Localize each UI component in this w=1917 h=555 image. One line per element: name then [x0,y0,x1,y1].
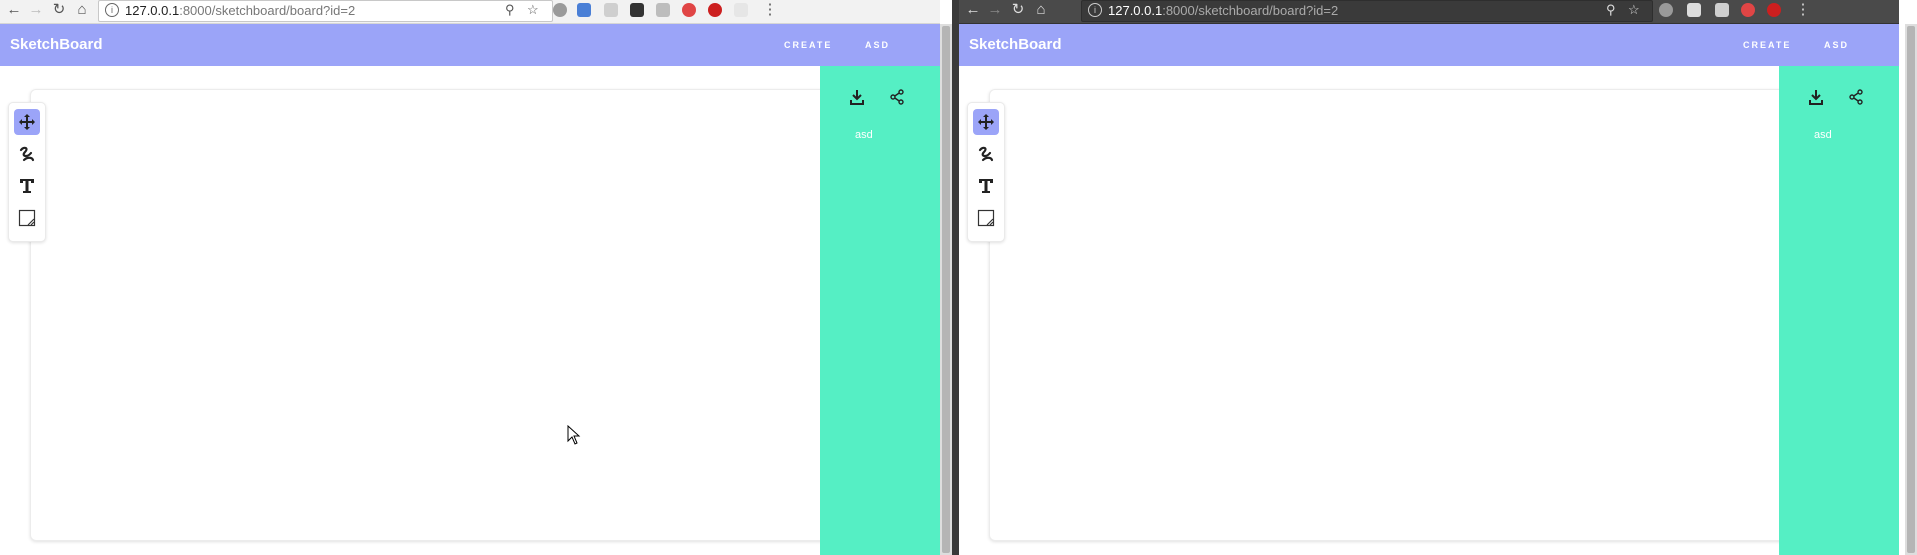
extension-block-icon[interactable] [682,3,696,17]
board-owner-label: asd [1814,129,1832,141]
text-icon [20,179,34,193]
nav-create[interactable]: CREATE [1743,40,1791,50]
draw-tool-button[interactable] [973,141,999,167]
nav-user[interactable]: ASD [1824,40,1849,50]
right-browser-window: ← → ↻ ⌂ i 127.0.0.1:8000/sketchboard/boa… [959,0,1917,555]
extension-blank-icon[interactable] [734,3,748,17]
right-scrollbar-thumb[interactable] [1907,26,1915,553]
board-owner-label: asd [855,129,873,141]
extension-pdf-icon[interactable] [604,3,618,17]
share-icon [890,89,904,105]
browser-menu-icon[interactable]: ⋮ [760,1,780,21]
download-icon [1809,90,1823,105]
move-icon [978,114,994,130]
browser-menu-icon[interactable]: ⋮ [1793,1,1813,21]
left-scrollbar[interactable] [940,24,952,555]
tool-palette [8,102,46,242]
brand-logo[interactable]: SketchBoard [969,36,1062,53]
download-icon [850,90,864,105]
address-bar[interactable]: i 127.0.0.1:8000/sketchboard/board?id=2 … [1081,0,1653,22]
resize-tool-button[interactable] [973,205,999,231]
extension-opera-icon[interactable] [708,3,722,17]
resize-icon [18,209,36,227]
right-scrollbar[interactable] [1905,24,1917,555]
text-tool-button[interactable] [14,173,40,199]
tool-palette [967,102,1005,242]
zoom-icon[interactable]: ⚲ [505,2,515,18]
extension-tabs-icon[interactable] [656,3,670,17]
sketchboard-app: SketchBoard CREATE ASD asd [0,24,940,555]
move-tool-button[interactable] [973,109,999,135]
browser-toolbar: ← → ↻ ⌂ i 127.0.0.1:8000/sketchboard/boa… [959,0,1899,24]
reload-icon[interactable]: ↻ [49,1,69,21]
text-tool-button[interactable] [973,173,999,199]
mouse-cursor-icon [567,425,581,445]
share-button[interactable] [1845,86,1867,108]
extension-cloud-icon[interactable] [1659,3,1673,17]
side-panel: asd [1779,66,1899,555]
resize-tool-button[interactable] [14,205,40,231]
extension-glasses-icon[interactable] [1687,3,1701,17]
drawing-canvas[interactable] [30,89,832,541]
share-button[interactable] [886,86,908,108]
nav-user[interactable]: ASD [865,40,890,50]
browser-toolbar: ← → ↻ ⌂ i 127.0.0.1:8000/sketchboard/boa… [0,0,940,24]
extension-translate-icon[interactable] [577,3,591,17]
draw-icon [19,146,35,162]
text-icon [979,179,993,193]
download-button[interactable] [846,86,868,108]
download-button[interactable] [1805,86,1827,108]
sketchboard-app: SketchBoard CREATE ASD asd [959,24,1899,555]
drawing-canvas[interactable] [989,89,1791,541]
window-divider [952,0,959,555]
address-bar[interactable]: i 127.0.0.1:8000/sketchboard/board?id=2 … [98,0,553,22]
back-icon[interactable]: ← [963,1,983,21]
app-header: SketchBoard CREATE ASD [959,24,1899,66]
extension-opera-icon[interactable] [1767,3,1781,17]
info-icon[interactable]: i [105,3,119,17]
side-panel: asd [820,66,940,555]
home-icon[interactable]: ⌂ [72,1,92,21]
extension-cloud-icon[interactable] [553,3,567,17]
extension-tabs-icon[interactable] [1715,3,1729,17]
reload-icon[interactable]: ↻ [1008,1,1028,21]
back-icon[interactable]: ← [4,1,24,21]
home-icon[interactable]: ⌂ [1031,1,1051,21]
move-icon [19,114,35,130]
info-icon[interactable]: i [1088,3,1102,17]
draw-icon [978,146,994,162]
draw-tool-button[interactable] [14,141,40,167]
address-url: 127.0.0.1:8000/sketchboard/board?id=2 [1108,3,1339,18]
forward-icon[interactable]: → [985,1,1005,21]
address-url: 127.0.0.1:8000/sketchboard/board?id=2 [125,3,356,18]
extension-block-icon[interactable] [1741,3,1755,17]
resize-icon [977,209,995,227]
bookmark-star-icon[interactable]: ☆ [527,2,539,18]
left-scrollbar-thumb[interactable] [942,26,950,553]
left-browser-window: ← → ↻ ⌂ i 127.0.0.1:8000/sketchboard/boa… [0,0,958,555]
move-tool-button[interactable] [14,109,40,135]
share-icon [1849,89,1863,105]
forward-icon[interactable]: → [26,1,46,21]
brand-logo[interactable]: SketchBoard [10,36,103,53]
zoom-icon[interactable]: ⚲ [1606,2,1616,18]
nav-create[interactable]: CREATE [784,40,832,50]
bookmark-star-icon[interactable]: ☆ [1628,2,1640,18]
extension-glasses-icon[interactable] [630,3,644,17]
app-header: SketchBoard CREATE ASD [0,24,940,66]
